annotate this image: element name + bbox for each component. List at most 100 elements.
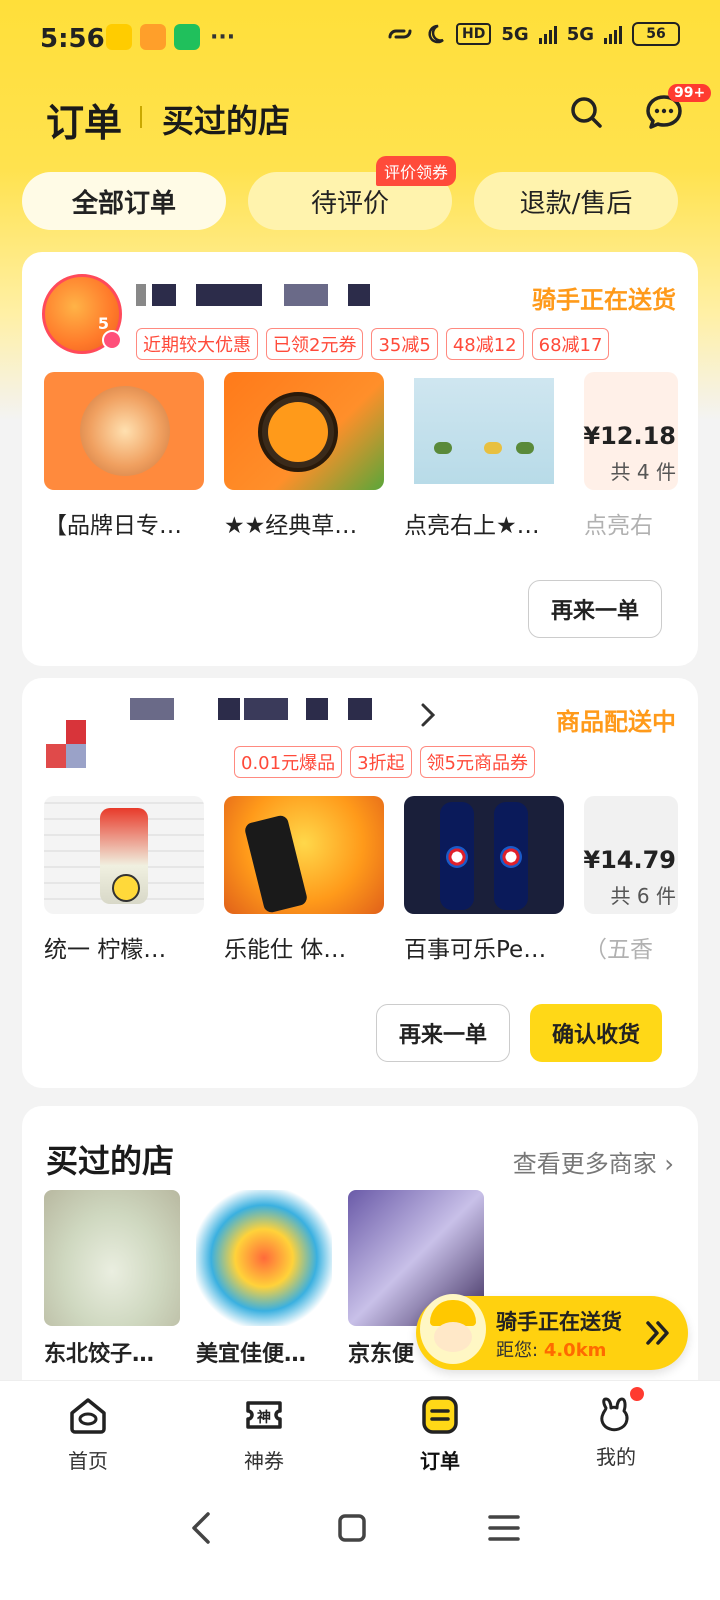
product-image xyxy=(404,372,564,490)
nav-coupons-label: 神券 xyxy=(244,1449,284,1473)
review-coupon-badge: 评价领券 xyxy=(376,156,457,186)
order-status: 商品配送中 xyxy=(556,708,676,736)
promo-tag: 48减12 xyxy=(445,328,524,360)
product-item[interactable]: 【品牌日专… xyxy=(44,372,204,540)
status-app-icons: ··· xyxy=(106,24,235,50)
promo-tags: 0.01元爆品 3折起 领5元商品券 xyxy=(234,746,535,778)
kangaroo-icon xyxy=(600,1397,629,1432)
rider-status: 骑手正在送货 xyxy=(496,1310,622,1334)
confirm-receipt-button[interactable]: 确认收货 xyxy=(530,1004,662,1062)
promo-tag: 领5元商品券 xyxy=(419,746,535,778)
double-chevron-right-icon xyxy=(646,1321,669,1345)
promo-tag: 近期较大优惠 xyxy=(136,328,258,360)
bought-stores-tab[interactable]: 买过的店 xyxy=(162,96,290,142)
search-icon[interactable] xyxy=(568,94,604,130)
product-name: 乐能仕 体… xyxy=(224,937,347,963)
home-square-icon[interactable] xyxy=(332,1508,372,1548)
page-title[interactable]: 订单 xyxy=(46,92,122,147)
rider-distance-value: 4.0km xyxy=(543,1340,607,1361)
nav-home-label: 首页 xyxy=(68,1449,108,1473)
nav-mine-label: 我的 xyxy=(596,1445,636,1469)
store-name: 美宜佳便… xyxy=(196,1342,307,1367)
page-header: 订单 买过的店 99+ xyxy=(0,84,720,147)
store-name: 东北饺子… xyxy=(44,1342,155,1367)
product-name: 点亮右 xyxy=(584,513,653,539)
network-label: 5G xyxy=(501,23,529,45)
tab-refund[interactable]: 退款/售后 xyxy=(474,172,678,230)
app-notification-icon xyxy=(106,24,132,50)
nav-mine[interactable]: 我的 xyxy=(556,1381,676,1470)
order-filter-tabs: 全部订单 待评价 评价领券 退款/售后 xyxy=(22,156,698,232)
order-price-block: ¥14.79 共 6 件 xyxy=(583,846,676,909)
rider-distance-label: 距您: xyxy=(496,1340,539,1361)
product-item[interactable]: 乐能仕 体… xyxy=(224,796,384,964)
status-bar: 5:56 ··· HD 5G 5G 56 xyxy=(0,0,720,80)
product-image xyxy=(224,796,384,914)
more-stores-label: 查看更多商家 xyxy=(512,1150,657,1178)
order-item-count: 共 6 件 xyxy=(610,884,676,908)
shop-name-redacted xyxy=(218,698,240,720)
title-divider xyxy=(140,106,142,128)
store-item[interactable]: 美宜佳便… xyxy=(196,1190,332,1368)
reorder-button[interactable]: 再来一单 xyxy=(376,1004,510,1062)
shop-name-redacted xyxy=(152,284,176,306)
message-badge: 99+ xyxy=(668,84,712,102)
battery-icon: 56 xyxy=(632,22,680,46)
chevron-right-icon[interactable] xyxy=(420,702,436,728)
store-item[interactable]: 东北饺子… xyxy=(44,1190,180,1368)
order-total-price: ¥12.18 xyxy=(583,422,676,450)
signal-icon xyxy=(538,24,557,44)
rider-tracking-card[interactable]: 骑手正在送货 距您: 4.0km xyxy=(416,1294,688,1370)
more-notifications-icon: ··· xyxy=(210,24,236,50)
notification-dot xyxy=(630,1387,644,1401)
nav-orders-label: 订单 xyxy=(420,1449,460,1473)
shop-name-redacted xyxy=(348,284,370,306)
product-name: 【品牌日专… xyxy=(44,513,182,539)
more-stores-link[interactable]: 查看更多商家 › xyxy=(513,1144,674,1179)
profile-icon xyxy=(594,1387,644,1437)
network-label: 5G xyxy=(566,23,594,45)
tab-all-orders[interactable]: 全部订单 xyxy=(22,172,226,230)
promo-tag: 35减5 xyxy=(371,328,438,360)
back-icon[interactable] xyxy=(182,1508,222,1548)
status-time: 5:56 xyxy=(40,24,105,54)
svg-text:神: 神 xyxy=(257,1409,271,1426)
shop-name-redacted xyxy=(196,284,262,306)
chevron-right-icon: › xyxy=(664,1150,674,1178)
promo-tag: 3折起 xyxy=(350,746,412,778)
store-image xyxy=(196,1190,332,1326)
hd-icon: HD xyxy=(456,23,492,45)
order-price-block: ¥12.18 共 4 件 xyxy=(583,422,676,485)
product-item[interactable]: ★★经典草… xyxy=(224,372,384,540)
order-card[interactable]: 商品配送中 0.01元爆品 3折起 领5元商品券 统一 柠檬… 乐能仕 体… 百… xyxy=(22,678,698,1088)
rider-distance: 距您: 4.0km xyxy=(496,1336,606,1362)
status-indicators: HD 5G 5G 56 xyxy=(386,22,680,46)
shop-logo[interactable] xyxy=(42,714,112,784)
order-status: 骑手正在送货 xyxy=(532,286,676,314)
reorder-button[interactable]: 再来一单 xyxy=(528,580,662,638)
order-item-count: 共 4 件 xyxy=(610,460,676,484)
product-image xyxy=(44,372,204,490)
nav-coupons[interactable]: 神 神券 xyxy=(204,1381,324,1474)
product-item[interactable]: 百事可乐Pe… xyxy=(404,796,564,964)
app-notification-icon xyxy=(140,24,166,50)
product-item[interactable]: 统一 柠檬… xyxy=(44,796,204,964)
promo-tag: 68减17 xyxy=(531,328,610,360)
menu-icon[interactable] xyxy=(484,1508,524,1548)
shop-name-redacted xyxy=(130,698,174,720)
bottom-nav: 首页 神 神券 订单 我的 xyxy=(0,1380,720,1480)
shop-name-redacted xyxy=(136,284,146,306)
promo-tag: 0.01元爆品 xyxy=(234,746,343,778)
nav-home[interactable]: 首页 xyxy=(28,1381,148,1474)
order-card[interactable]: 5 骑手正在送货 近期较大优惠 已领2元券 35减5 48减12 68减17 【… xyxy=(22,252,698,666)
promo-tag: 已领2元券 xyxy=(266,328,364,360)
product-image xyxy=(224,372,384,490)
system-nav-bar xyxy=(0,1480,720,1600)
orders-icon xyxy=(422,1396,458,1434)
product-item[interactable]: 点亮右上★… xyxy=(404,372,564,540)
wechat-icon xyxy=(174,24,200,50)
link-icon xyxy=(388,29,412,39)
nav-orders[interactable]: 订单 xyxy=(380,1381,500,1474)
product-name: （五香 xyxy=(584,937,653,963)
order-total-price: ¥14.79 xyxy=(583,846,676,874)
